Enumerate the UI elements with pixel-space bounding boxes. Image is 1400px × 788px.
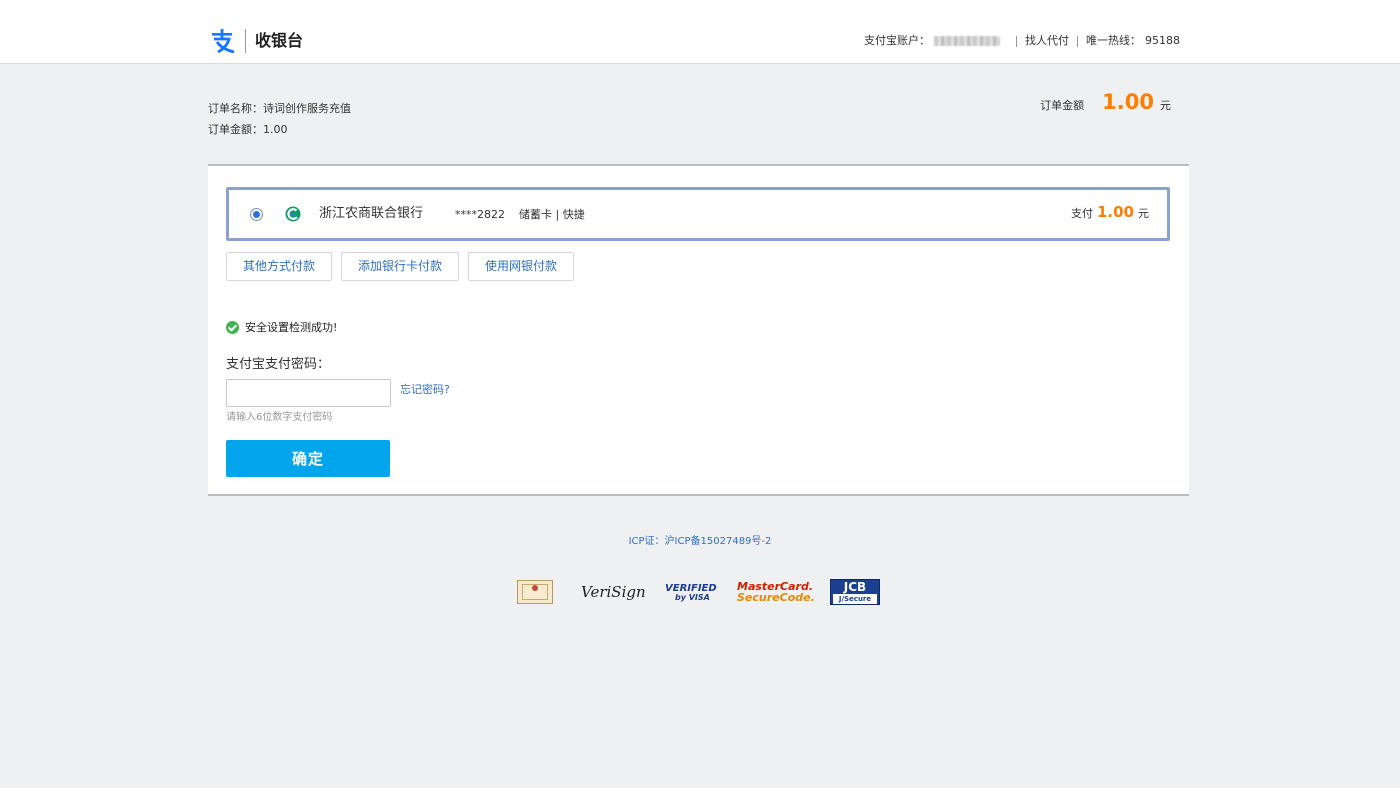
summary-label: 订单金额 xyxy=(1040,99,1085,112)
pay-label: 支付 xyxy=(1070,207,1093,220)
order-amount-summary: 订单金额 1.00 元 xyxy=(1040,90,1171,114)
jcb-badge-bottom: J/Secure xyxy=(833,594,877,604)
order-info: 订单名称：诗词创作服务充值 订单金额：1.00 xyxy=(208,98,351,140)
summary-unit: 元 xyxy=(1160,99,1171,112)
bank-name: 浙江农商联合银行 xyxy=(319,206,424,221)
logo-divider xyxy=(245,29,246,53)
page-title: 收银台 xyxy=(255,31,304,50)
card-number: ****2822 xyxy=(455,208,505,221)
summary-amount: 1.00 xyxy=(1102,90,1154,114)
password-hint: 请输入6位数字支付密码 xyxy=(226,412,333,423)
check-circle-icon xyxy=(226,320,239,334)
mastercard-badge-bottom: SecureCode. xyxy=(737,591,815,604)
order-name-row: 订单名称：诗词创作服务充值 xyxy=(208,98,351,119)
icp-license-link[interactable]: ICP证：沪ICP备15027489号-2 xyxy=(0,535,1400,549)
alipay-logo-icon[interactable] xyxy=(208,27,236,55)
order-name-value: 诗词创作服务充值 xyxy=(263,102,351,115)
hotline-label: 唯一热线： xyxy=(1086,34,1141,47)
security-check-message: 安全设置检测成功! xyxy=(226,319,337,335)
verisign-badge[interactable]: VeriSign xyxy=(581,578,646,606)
find-pay-link[interactable]: 找人代付 xyxy=(1025,32,1069,50)
selected-payment-option[interactable]: 浙江农商联合银行 ****2822 储蓄卡 | 快捷 支付 1.00 元 xyxy=(226,187,1170,241)
password-label: 支付宝支付密码： xyxy=(226,357,331,372)
payment-panel: 浙江农商联合银行 ****2822 储蓄卡 | 快捷 支付 1.00 元 其他方… xyxy=(208,164,1189,496)
divider xyxy=(1016,35,1017,47)
mastercard-securecode-badge[interactable]: MasterCard. SecureCode. xyxy=(737,578,815,606)
bank-logo-icon xyxy=(285,206,301,222)
payment-radio[interactable] xyxy=(250,208,263,221)
visa-badge-bottom: by VISA xyxy=(675,593,710,602)
order-name-label: 订单名称： xyxy=(208,102,263,115)
order-amount-value: 1.00 xyxy=(263,123,288,136)
jcb-secure-badge[interactable]: JCB J/Secure xyxy=(830,579,880,605)
verified-by-visa-badge[interactable]: VERIFIED by VISA xyxy=(665,578,717,606)
other-method-button[interactable]: 其他方式付款 xyxy=(226,252,332,281)
net-bank-button[interactable]: 使用网银付款 xyxy=(468,252,574,281)
forgot-password-link[interactable]: 忘记密码? xyxy=(400,382,450,398)
divider xyxy=(1077,35,1078,47)
order-amount-label: 订单金额： xyxy=(208,123,263,136)
jcb-badge-top: JCB xyxy=(843,580,867,594)
card-type: 储蓄卡 | 快捷 xyxy=(519,208,585,221)
pay-amount-value: 1.00 xyxy=(1096,203,1134,221)
account-name-blurred xyxy=(934,36,1000,46)
order-amount-row: 订单金额：1.00 xyxy=(208,119,351,140)
header-account-bar: 支付宝账户： 找人代付 唯一热线： 95188 xyxy=(864,32,1180,50)
password-input[interactable] xyxy=(226,379,391,407)
add-card-button[interactable]: 添加银行卡付款 xyxy=(341,252,459,281)
option-pay-amount: 支付 1.00 元 xyxy=(1071,203,1149,221)
hotline-number: 95188 xyxy=(1145,34,1180,47)
security-message-text: 安全设置检测成功! xyxy=(245,321,338,334)
account-label: 支付宝账户： xyxy=(864,34,930,47)
pay-unit: 元 xyxy=(1138,207,1149,220)
certificate-seal xyxy=(532,585,538,591)
confirm-button[interactable]: 确定 xyxy=(226,440,390,477)
top-header: 收银台 支付宝账户： 找人代付 唯一热线： 95188 xyxy=(0,0,1400,64)
certificate-badge-icon[interactable] xyxy=(517,580,553,604)
